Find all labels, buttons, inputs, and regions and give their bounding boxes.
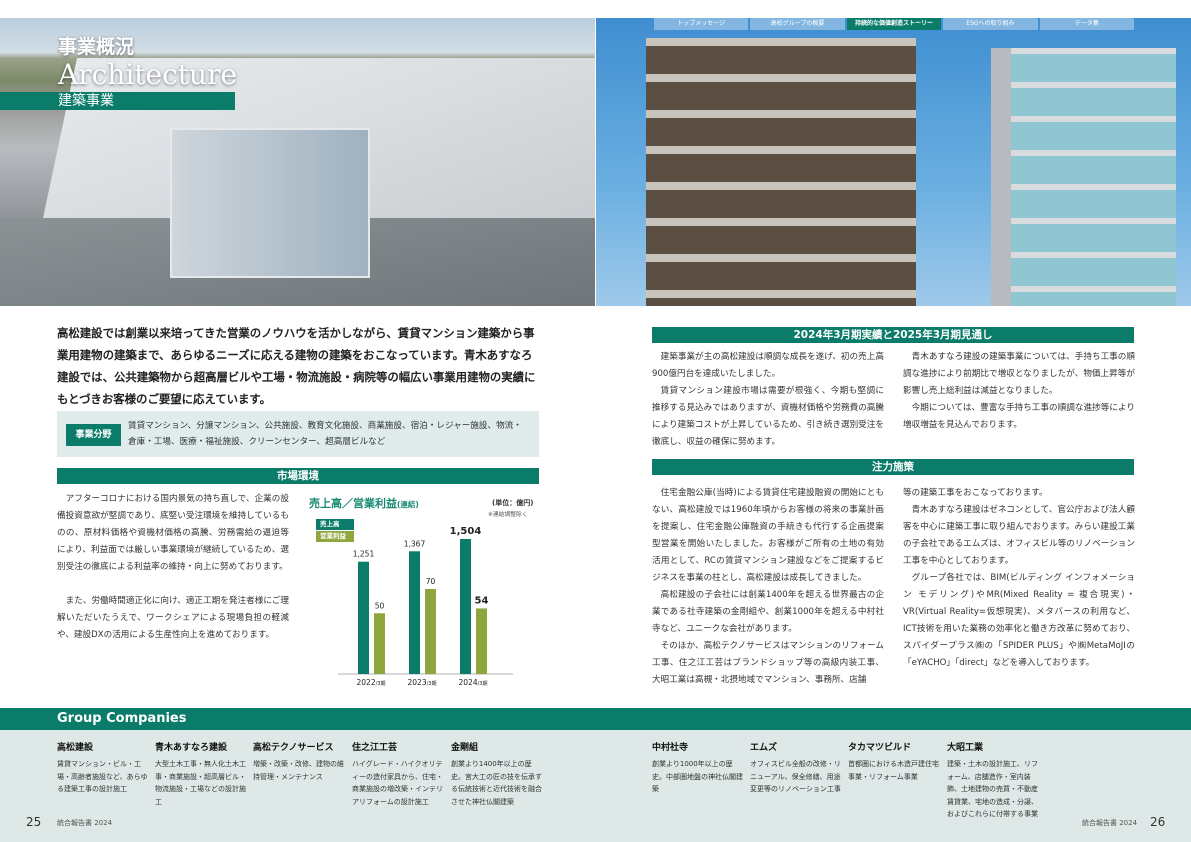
page-title-jp: 事業概況 [58,36,135,58]
data-label-operating-profit: 70 [426,577,436,586]
tab-esg[interactable]: ESGへの取り組み [943,18,1038,30]
company-card: 住之江工芸ハイグレード・ハイクオリティーの造付家具から、住宅・商業施設の増改築・… [352,740,444,808]
results-col2-p1: 青木あすなろ建設の建築事業については、手持ち工事の順調な進捗により前期比で増収と… [903,352,1135,396]
focus-col2-p3: グループ各社では、BIM(ビルディング インフォメーション モデリング)やMR(… [903,573,1135,668]
tick-label-year: 2022/3期 [357,678,386,687]
page-number-left: 25 [26,815,42,829]
company-desc: オフィスビル全般の改修・リニューアル、保全修繕、用途変更等のリノベーション工事 [750,760,841,793]
company-desc: 増築・改築・改修、建物の維持管理・メンテナンス [253,760,344,781]
page-subtitle: 建築事業 [0,92,235,110]
data-label-sales: 1,251 [353,550,375,559]
company-name: タカマツビルド [848,743,912,753]
page-title-en: Architecture [58,58,238,91]
data-label-operating-profit: 54 [475,595,489,606]
company-name: 金剛組 [451,743,479,753]
company-desc: 創業より1400年以上の歴史。宮大工の匠の技を伝承する伝統技術と近代技術を融合さ… [451,760,542,806]
company-desc: 建築・土木の設計施工、リフォーム、店舗造作・室内装飾、土地建物の売買・不動産賃貸… [947,760,1038,818]
tick-label-year: 2024/3期 [459,678,488,687]
company-name: 青木あすなろ建設 [155,743,228,753]
group-companies-title: Group Companies [57,711,187,726]
company-name: 中村社寺 [652,743,689,753]
market-paragraph-2: また、労働時間適正化に向け、適正工期を発注者様にご理解いただいたうえで、ワークシ… [57,596,289,640]
bar-sales [358,561,369,674]
data-label-operating-profit: 50 [375,601,385,610]
focus-col1-p1: 住宅金融公庫(当時)による賃貸住宅建設融資の開始にともない、高松建設では1960… [652,488,884,583]
market-heading: 市場環境 [57,468,539,484]
focus-col1-p2: 高松建設の子会社には創業1400年を超える世界最古の企業である社寺建築の金剛組や… [652,590,884,634]
bar-sales [460,539,471,674]
company-name: 高松建設 [57,743,94,753]
data-label-sales: 1,367 [404,539,426,548]
tick-label-year: 2023/3期 [408,678,437,687]
footer-report-right: 統合報告書 2024 [1082,819,1138,827]
page-number-right: 26 [1150,815,1166,829]
tab-top-message[interactable]: トップメッセージ [654,18,749,30]
hero-photo-apartment-buildings [596,18,1191,306]
tab-data[interactable]: データ集 [1039,18,1135,30]
market-paragraph-1: アフターコロナにおける国内景気の持ち直しで、企業の設備投資意欲が堅調であり、底堅… [57,494,289,572]
company-name: 高松テクノサービス [253,743,334,753]
tab-group-overview[interactable]: 高松グループの概要 [750,18,845,30]
company-card: 大昭工業建築・土木の設計施工、リフォーム、店舗造作・室内装飾、土地建物の売買・不… [947,740,1039,821]
focus-heading: 注力施策 [652,459,1134,475]
company-card: 高松テクノサービス増築・改築・改修、建物の維持管理・メンテナンス [253,740,345,783]
results-col2: 青木あすなろ建設の建築事業については、手持ち工事の順調な進捗により前期比で増収と… [903,349,1135,434]
company-card: エムズオフィスビル全般の改修・リニューアル、保全修繕、用途変更等のリノベーション… [750,740,842,796]
company-name: 住之江工芸 [352,743,398,753]
tab-value-creation-story[interactable]: 持続的な価値創造ストーリー [846,18,942,30]
company-card: 高松建設賃貸マンション・ビル・工場・高齢者施設など、あらゆる建築工事の設計施工 [57,740,149,796]
company-desc: 大型土木工事・無人化土木工事・商業施設・超高層ビル・物流施設・工場などの設計施工 [155,760,246,806]
company-desc: 首都圏における木造戸建住宅事業・リフォーム事業 [848,760,939,781]
results-col1-p2: 賃貸マンション建設市場は需要が根強く、今期も堅調に推移する見込みではありますが、… [652,386,884,447]
footer-report-left: 統合報告書 2024 [57,819,113,827]
company-card: 中村社寺創業より1000年以上の歴史。中部圏地盤の神社仏閣建築 [652,740,744,796]
bar-sales [409,551,420,674]
company-card: 金剛組創業より1400年以上の歴史。宮大工の匠の技を伝承する伝統技術と近代技術を… [451,740,543,808]
section-tabs: トップメッセージ 高松グループの概要 持続的な価値創造ストーリー ESGへの取り… [654,18,1135,30]
bar-chart: 1,251 50 2022/3期 1,367 70 2023/3期 1,504 54 2024/… [338,526,513,687]
business-field-text: 賃貸マンション、分譲マンション、公共施設、教育文化施設、商業施設、宿泊・レジャー… [128,421,522,447]
focus-col2-p1: 等の建築工事をおこなっております。 [903,488,1048,498]
company-card: タカマツビルド首都圏における木造戸建住宅事業・リフォーム事業 [848,740,940,783]
results-col1: 建築事業が主の高松建設は順調な成長を遂げ、初の売上高900億円台を達成いたしまし… [652,349,884,451]
company-name: エムズ [750,743,778,753]
bar-operating-profit [476,608,487,674]
company-card: 青木あすなろ建設大型土木工事・無人化土木工事・商業施設・超高層ビル・物流施設・工… [155,740,247,808]
company-desc: 創業より1000年以上の歴史。中部圏地盤の神社仏閣建築 [652,760,743,793]
business-field-label: 事業分野 [66,424,121,446]
company-desc: ハイグレード・ハイクオリティーの造付家具から、住宅・商業施設の増改築・インテリア… [352,760,443,806]
results-col1-p1: 建築事業が主の高松建設は順調な成長を遂げ、初の売上高900億円台を達成いたしまし… [652,352,884,379]
bar-operating-profit [374,613,385,674]
focus-col1: 住宅金融公庫(当時)による賃貸住宅建設融資の開始にともない、高松建設では1960… [652,485,884,689]
bar-operating-profit [425,589,436,674]
focus-col1-p3: そのほか、高松テクノサービスはマンションのリフォーム工事、住之江工芸はブランドシ… [652,641,884,685]
focus-col2: 等の建築工事をおこなっております。 青木あすなろ建設はゼネコンとして、官公庁およ… [903,485,1135,672]
focus-col2-p2: 青木あすなろ建設はゼネコンとして、官公庁および法人顧客を中心に建築工事に取り組ん… [903,505,1135,566]
company-desc: 賃貸マンション・ビル・工場・高齢者施設など、あらゆる建築工事の設計施工 [57,760,148,793]
results-heading: 2024年3月期実績と2025年3月期見通し [652,327,1134,343]
company-name: 大昭工業 [947,743,984,753]
lead-paragraph: 高松建設では創業以来培ってきた営業のノウハウを活かしながら、賃貸マンション建築か… [57,326,536,406]
data-label-sales: 1,504 [450,526,482,537]
results-col2-p2: 今期については、豊富な手持ち工事の順調な進捗等により増収増益を見込んでおります。 [903,403,1135,430]
